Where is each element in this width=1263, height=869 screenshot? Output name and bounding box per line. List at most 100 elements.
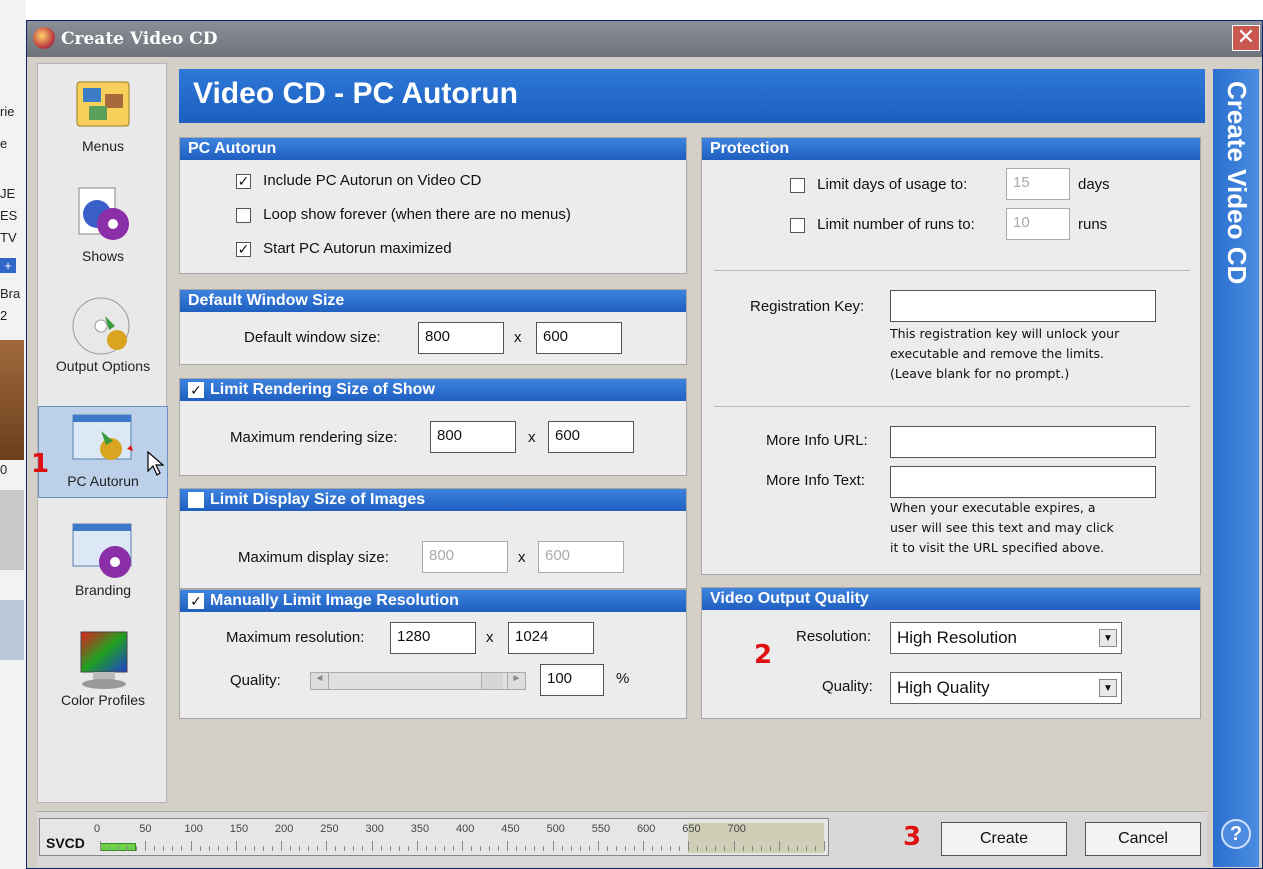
limit-runs-label: Limit number of runs to:	[817, 216, 975, 233]
bg-text: 2	[0, 308, 8, 323]
help-line: user will see this text and may click	[890, 520, 1114, 535]
days-input[interactable]: 15	[1006, 168, 1070, 200]
meter-tick	[271, 846, 273, 851]
bottom-bar: SVCD 0 50 100 150 200 250 300 350 400 450 500 550 60…	[37, 811, 1207, 867]
meter-tick	[552, 841, 554, 851]
meter-tick-label: 100	[184, 823, 203, 835]
meter-tick	[299, 846, 301, 851]
limit-runs-checkbox[interactable]	[790, 217, 805, 233]
meter-tick	[697, 846, 699, 851]
limit-days-checkbox[interactable]	[790, 177, 805, 193]
times-sign: x	[528, 429, 536, 446]
loop-show-row[interactable]: Loop show forever (when there are no men…	[236, 206, 571, 223]
meter-tick	[570, 846, 572, 851]
meter-overflow-zone	[688, 823, 824, 853]
slider-thumb[interactable]	[481, 673, 503, 689]
meter-tick	[398, 846, 400, 851]
annotation-number-3: 3	[903, 822, 922, 852]
display-width-input[interactable]: 800	[422, 541, 508, 573]
title-bar[interactable]: Create Video CD ✕	[27, 21, 1262, 57]
include-autorun-label: Include PC Autorun on Video CD	[263, 172, 482, 189]
meter-tick	[362, 846, 364, 851]
meter-tick	[344, 846, 346, 851]
sidebar-item-label: Color Profiles	[60, 692, 146, 708]
limit-rendering-checkbox[interactable]: ✓	[188, 381, 204, 398]
limit-rendering-title: Limit Rendering Size of Show	[210, 381, 435, 398]
meter-tick	[244, 846, 246, 851]
output-quality-select[interactable]: High Quality ▼	[890, 672, 1122, 704]
meter-tick	[787, 846, 789, 851]
chevron-down-icon[interactable]: ▼	[1099, 679, 1117, 697]
meter-tick	[724, 846, 726, 851]
limit-days-label: Limit days of usage to:	[817, 176, 968, 193]
slider-left-arrow[interactable]: ◄	[311, 673, 329, 689]
more-info-url-input[interactable]	[890, 426, 1156, 458]
meter-tick	[525, 846, 527, 851]
limit-display-checkbox[interactable]	[188, 491, 204, 508]
display-height-input[interactable]: 600	[538, 541, 624, 573]
limit-runs-row[interactable]: Limit number of runs to:	[790, 216, 975, 233]
meter-tick	[796, 846, 798, 851]
sidebar-item-menus[interactable]: Menus	[38, 74, 168, 154]
meter-tick-label: 250	[320, 823, 339, 835]
meter-tick	[317, 846, 319, 851]
meter-tick	[118, 846, 120, 851]
registration-key-input[interactable]	[890, 290, 1156, 322]
create-video-cd-window: Create Video CD ✕ Menus Shows Output Opt…	[26, 20, 1263, 869]
loop-show-label: Loop show forever (when there are no men…	[263, 206, 571, 223]
meter-tick	[253, 846, 255, 851]
cancel-button[interactable]: Cancel	[1085, 822, 1201, 856]
include-autorun-row[interactable]: Include PC Autorun on Video CD	[236, 172, 481, 189]
runs-input[interactable]: 10	[1006, 208, 1070, 240]
start-maximized-checkbox[interactable]	[236, 241, 251, 257]
render-height-input[interactable]: 600	[548, 421, 634, 453]
registration-key-help: This registration key will unlock your e…	[890, 324, 1119, 384]
meter-tick	[633, 846, 635, 851]
limit-resolution-checkbox[interactable]: ✓	[188, 592, 204, 609]
limit-days-row[interactable]: Limit days of usage to:	[790, 176, 967, 193]
meter-tick	[824, 841, 825, 851]
include-autorun-checkbox[interactable]	[236, 173, 251, 189]
quality-input[interactable]: 100	[540, 664, 604, 696]
quality-slider[interactable]: ◄ ►	[310, 672, 526, 690]
bg-text: +	[0, 258, 16, 273]
default-window-size-label: Default window size:	[244, 329, 381, 346]
times-sign: x	[518, 549, 526, 566]
meter-tick	[498, 846, 500, 851]
max-rendering-label: Maximum rendering size:	[230, 429, 398, 446]
sidebar-item-color-profiles[interactable]: Color Profiles	[38, 628, 168, 708]
default-width-input[interactable]: 800	[418, 322, 504, 354]
chevron-down-icon[interactable]: ▼	[1099, 629, 1117, 647]
output-resolution-select[interactable]: High Resolution ▼	[890, 622, 1122, 654]
resolution-width-input[interactable]: 1280	[390, 622, 476, 654]
meter-tick	[226, 846, 228, 851]
meter-tick	[217, 846, 219, 851]
limit-display-panel: Limit Display Size of Images Maximum dis…	[179, 488, 687, 589]
default-height-input[interactable]: 600	[536, 322, 622, 354]
meter-tick	[597, 841, 599, 851]
default-window-size-panel: Default Window Size Default window size:…	[179, 289, 687, 365]
slider-right-arrow[interactable]: ►	[507, 673, 525, 689]
render-width-input[interactable]: 800	[430, 421, 516, 453]
loop-show-checkbox[interactable]	[236, 207, 251, 223]
sidebar-item-label: Menus	[81, 138, 125, 154]
close-button[interactable]: ✕	[1232, 25, 1260, 51]
sidebar-item-output-options[interactable]: Output Options	[38, 294, 168, 374]
menus-icon	[71, 74, 135, 138]
sidebar-item-shows[interactable]: Shows	[38, 184, 168, 264]
meter-tick	[109, 846, 111, 851]
meter-tick	[652, 846, 654, 851]
meter-tick	[606, 846, 608, 851]
meter-tick	[760, 846, 762, 851]
sidebar-item-branding[interactable]: Branding	[38, 518, 168, 598]
create-button[interactable]: Create	[941, 822, 1067, 856]
bg-text: JE	[0, 186, 16, 201]
start-maximized-row[interactable]: Start PC Autorun maximized	[236, 240, 452, 257]
bg-text: ES	[0, 208, 18, 223]
help-icon[interactable]: ?	[1221, 819, 1251, 849]
bg-text: e	[0, 136, 8, 151]
pc-autorun-panel: PC Autorun Include PC Autorun on Video C…	[179, 137, 687, 274]
divider	[714, 270, 1190, 271]
more-info-text-input[interactable]	[890, 466, 1156, 498]
resolution-height-input[interactable]: 1024	[508, 622, 594, 654]
